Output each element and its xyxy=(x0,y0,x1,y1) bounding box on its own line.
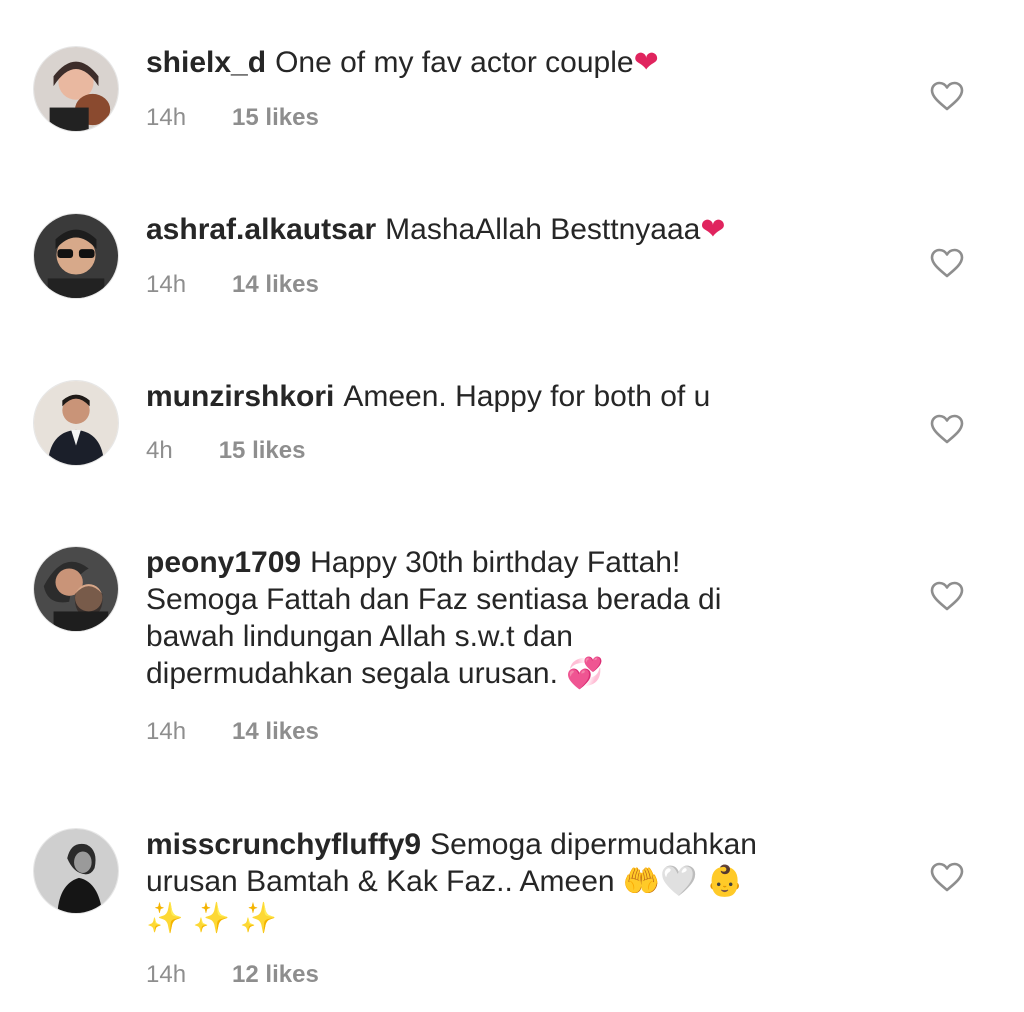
comment-body-line: bawah lindungan Allah s.w.t dan xyxy=(146,620,573,653)
revolving-hearts-emoji: 💞 xyxy=(566,656,604,691)
like-button[interactable] xyxy=(930,862,964,892)
red-heart-emoji: ❤ xyxy=(700,212,726,247)
comment-body: MashaAllah Besttnyaaa xyxy=(385,213,701,246)
red-heart-emoji: ❤ xyxy=(633,45,659,80)
heart-outline-icon xyxy=(930,581,964,611)
comment-username[interactable]: peony1709 xyxy=(146,546,301,579)
comment-meta: 4h 15 likes xyxy=(146,437,305,465)
comment-time: 14h xyxy=(146,104,187,131)
comment-time: 14h xyxy=(146,961,187,988)
comment-body-line: Happy 30th birthday Fattah! xyxy=(310,546,681,579)
comment-likes[interactable]: 12 likes xyxy=(232,961,319,989)
comment-username[interactable]: shielx_d xyxy=(146,46,266,79)
comment-username[interactable]: misscrunchyfluffy9 xyxy=(146,828,421,861)
like-button[interactable] xyxy=(930,81,964,111)
comment-body-line: urusan Bamtah & Kak Faz.. Ameen xyxy=(146,865,615,898)
comment-meta: 14h 12 likes xyxy=(146,961,319,989)
heart-outline-icon xyxy=(930,862,964,892)
comment-body-line: Semoga dipermudahkan xyxy=(430,828,757,861)
comment-body-line: Semoga Fattah dan Faz sentiasa berada di xyxy=(146,583,722,616)
comment-likes[interactable]: 15 likes xyxy=(232,104,319,132)
heart-outline-icon xyxy=(930,248,964,278)
heart-outline-icon xyxy=(930,81,964,111)
heart-outline-icon xyxy=(930,414,964,444)
comment-text: misscrunchyfluffy9 Semoga dipermudahkan u… xyxy=(146,826,866,937)
like-button[interactable] xyxy=(930,248,964,278)
comment-text: ashraf.alkautsar MashaAllah Besttnyaaa❤ xyxy=(146,211,866,248)
comment-time: 4h xyxy=(146,437,173,464)
avatar[interactable] xyxy=(33,546,119,632)
baby-emoji: 👶 xyxy=(705,864,744,899)
comment-body-line: dipermudahkan segala urusan. xyxy=(146,657,558,690)
avatar[interactable] xyxy=(33,46,119,132)
comment-time: 14h xyxy=(146,718,187,745)
like-button[interactable] xyxy=(930,581,964,611)
comment-body: Ameen. Happy for both of u xyxy=(343,380,711,413)
comment-username[interactable]: ashraf.alkautsar xyxy=(146,213,376,246)
comment-text: shielx_d One of my fav actor couple❤ xyxy=(146,44,866,81)
white-heart-emoji: 🤍 xyxy=(660,864,698,899)
comment-likes[interactable]: 14 likes xyxy=(232,271,319,299)
comment-likes[interactable]: 15 likes xyxy=(219,437,306,465)
comment-text: peony1709 Happy 30th birthday Fattah! Sem… xyxy=(146,544,866,692)
comment-username[interactable]: munzirshkori xyxy=(146,380,334,413)
palms-up-emoji: 🤲 xyxy=(622,864,661,899)
comment-likes[interactable]: 14 likes xyxy=(232,718,319,746)
avatar[interactable] xyxy=(33,828,119,914)
comment-text: munzirshkori Ameen. Happy for both of u xyxy=(146,378,866,415)
avatar[interactable] xyxy=(33,213,119,299)
comment-meta: 14h 14 likes xyxy=(146,271,319,299)
comment-meta: 14h 14 likes xyxy=(146,718,319,746)
comment-meta: 14h 15 likes xyxy=(146,104,319,132)
sparkles-emoji: ✨ ✨ ✨ xyxy=(146,901,278,936)
comment-body: One of my fav actor couple xyxy=(275,46,634,79)
like-button[interactable] xyxy=(930,414,964,444)
comment-time: 14h xyxy=(146,271,187,298)
avatar[interactable] xyxy=(33,380,119,466)
